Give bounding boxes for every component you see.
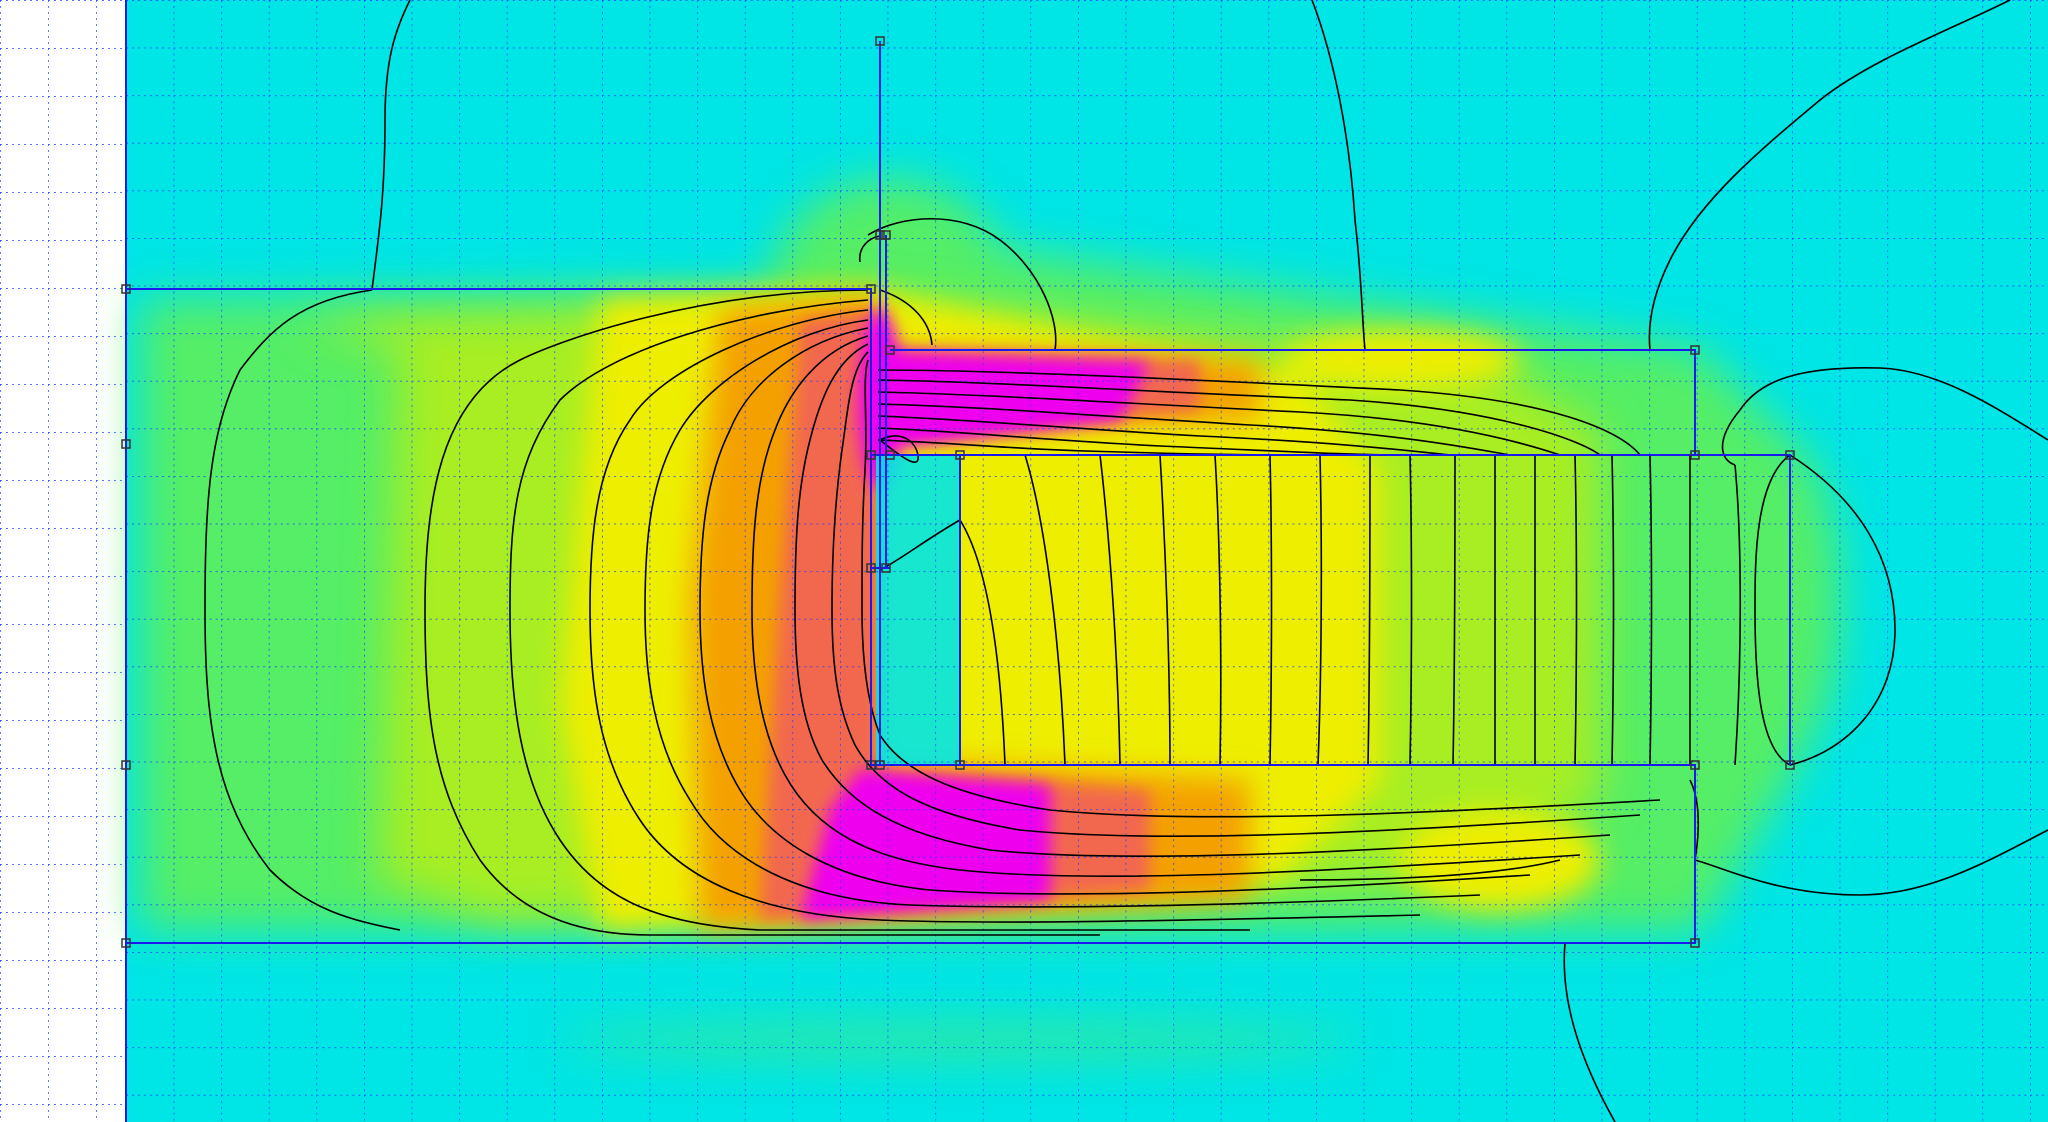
grid-overlay [126,0,2048,1122]
left-margin-grid [0,0,126,1122]
field-plot-canvas[interactable] [0,0,2048,1122]
fea-field-plot-viewport[interactable] [0,0,2048,1122]
